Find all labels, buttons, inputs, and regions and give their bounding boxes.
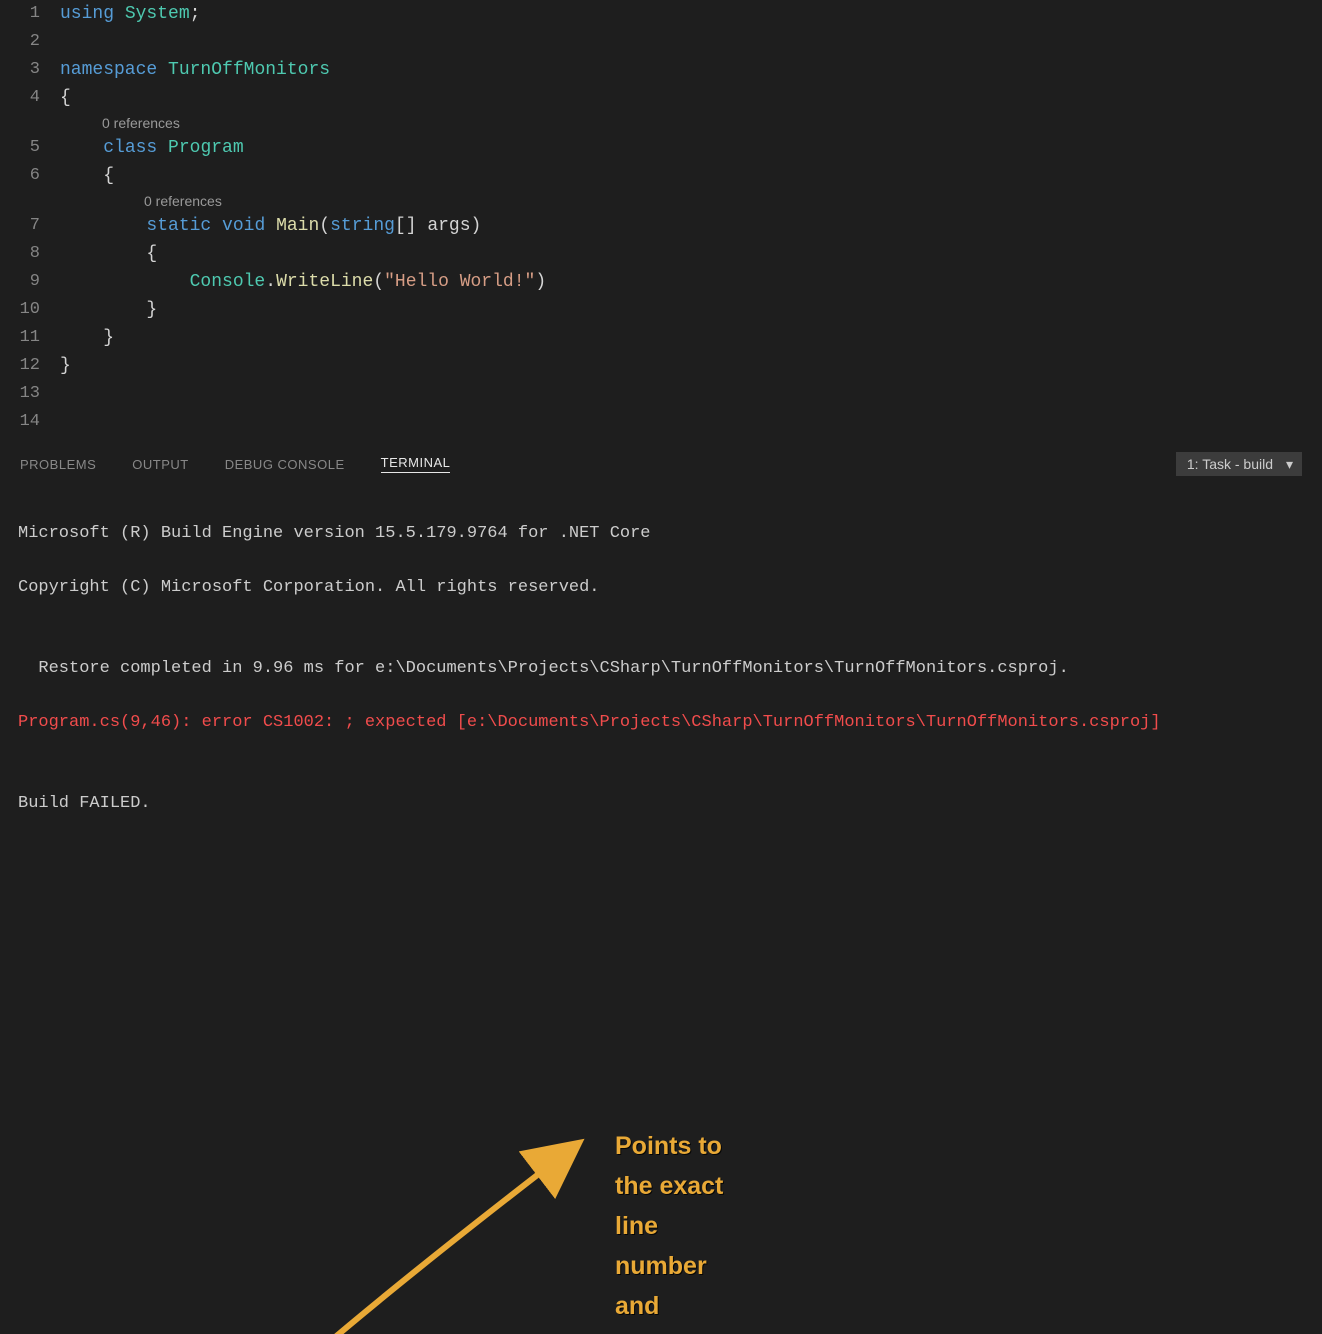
terminal-line: Copyright (C) Microsoft Corporation. All… (18, 574, 1304, 601)
terminal-line: Microsoft (R) Build Engine version 15.5.… (18, 520, 1304, 547)
tab-terminal[interactable]: TERMINAL (381, 455, 451, 473)
annotation-arrow-icon (175, 1136, 595, 1334)
code-line: 3 namespace TurnOffMonitors (0, 56, 1322, 84)
codelens[interactable]: . 0 references (0, 112, 1322, 134)
line-number: 4 (0, 84, 60, 112)
code-line: 1 using System; (0, 0, 1322, 28)
line-number: 8 (0, 240, 60, 268)
line-number: 11 (0, 324, 60, 352)
terminal-line: Restore completed in 9.96 ms for e:\Docu… (18, 655, 1304, 682)
terminal-output[interactable]: Microsoft (R) Build Engine version 15.5.… (0, 483, 1322, 854)
tab-debug-console[interactable]: DEBUG CONSOLE (225, 457, 345, 472)
code-line: 11 } (0, 324, 1322, 352)
line-number: 14 (0, 408, 60, 436)
line-number: 5 (0, 134, 60, 162)
code-editor[interactable]: 1 using System; 2 3 namespace TurnOffMon… (0, 0, 1322, 445)
line-number: 2 (0, 28, 60, 56)
code-line: 14 (0, 408, 1322, 436)
line-number: 13 (0, 380, 60, 408)
code-line: 2 (0, 28, 1322, 56)
line-number: 9 (0, 268, 60, 296)
line-number: 10 (0, 296, 60, 324)
line-number: 12 (0, 352, 60, 380)
terminal-task-dropdown[interactable]: 1: Task - build (1176, 452, 1302, 476)
code-line: 4 { (0, 84, 1322, 112)
code-line: 5 class Program (0, 134, 1322, 162)
code-line: 10 } (0, 296, 1322, 324)
code-line: 8 { (0, 240, 1322, 268)
line-number: 3 (0, 56, 60, 84)
annotation-text: Points to the exact line number and char… (615, 1126, 728, 1334)
panel-tabs: PROBLEMS OUTPUT DEBUG CONSOLE TERMINAL 1… (0, 445, 1322, 483)
line-number: 6 (0, 162, 60, 190)
terminal-line: Build FAILED. (18, 790, 1304, 817)
code-line: 13 (0, 380, 1322, 408)
line-number: 1 (0, 0, 60, 28)
code-line: 7 static void Main(string[] args) (0, 212, 1322, 240)
code-line: 9 Console.WriteLine("Hello World!") (0, 268, 1322, 296)
terminal-error-line: Program.cs(9,46): error CS1002: ; expect… (18, 709, 1304, 736)
code-line: 12 } (0, 352, 1322, 380)
line-number: 7 (0, 212, 60, 240)
tab-problems[interactable]: PROBLEMS (20, 457, 96, 472)
tab-output[interactable]: OUTPUT (132, 457, 188, 472)
code-line: 6 { (0, 162, 1322, 190)
codelens[interactable]: . 0 references (0, 190, 1322, 212)
